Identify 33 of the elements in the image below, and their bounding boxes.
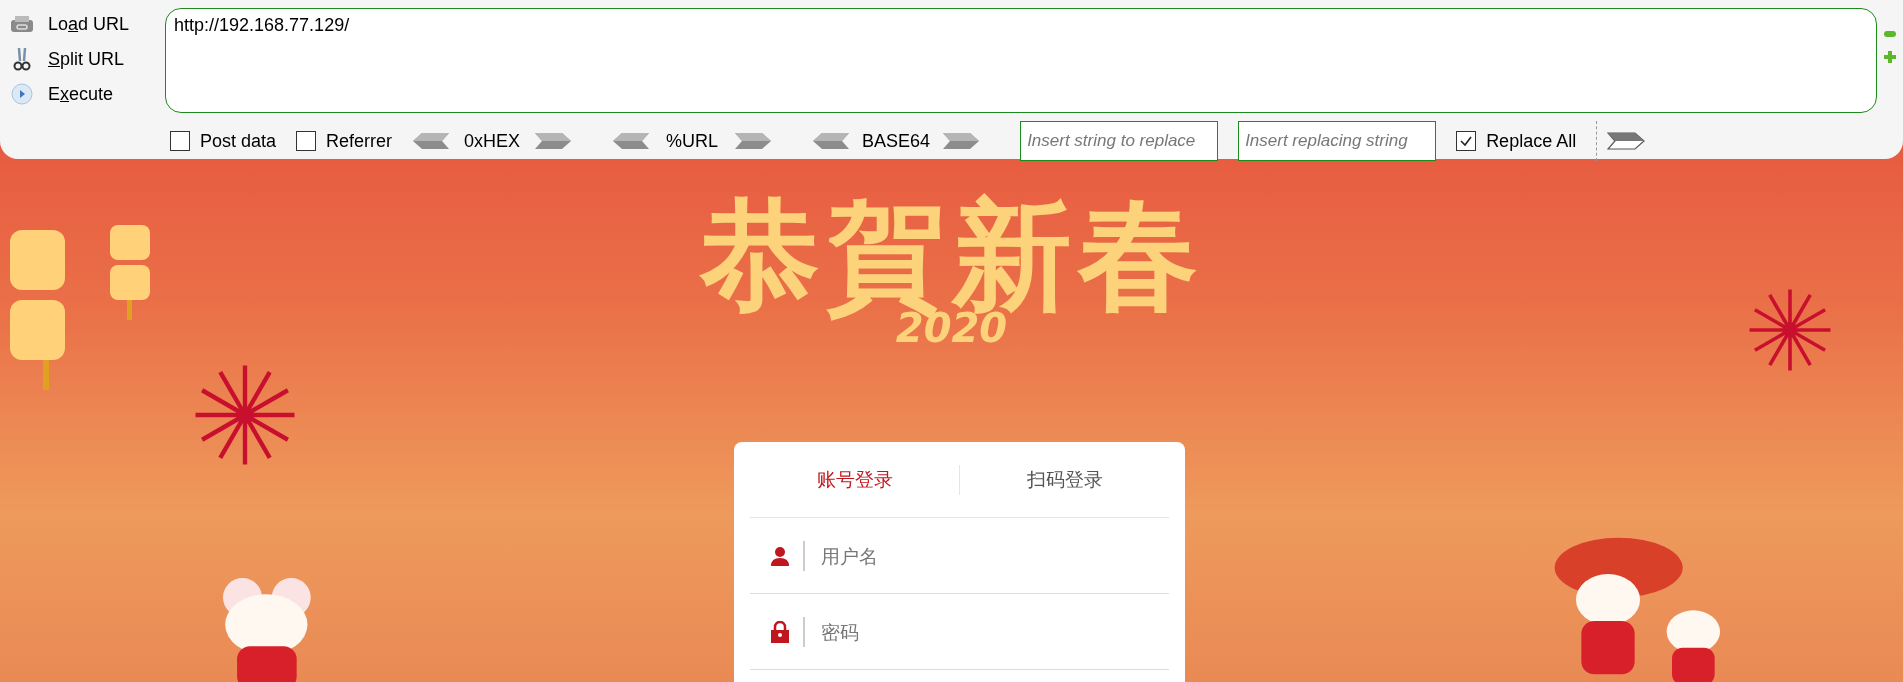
url-input-field[interactable]: http://192.168.77.129/ xyxy=(165,8,1877,113)
lock-icon xyxy=(771,620,789,643)
option-checkbox[interactable]: Replace All xyxy=(1456,130,1577,152)
decode-arrow-icon[interactable] xyxy=(612,132,651,150)
minus-icon[interactable] xyxy=(1883,30,1897,38)
load-url-button[interactable]: Load URL xyxy=(10,8,165,40)
checkbox[interactable] xyxy=(170,131,190,151)
checkbox[interactable] xyxy=(1456,131,1477,151)
decode-arrow-icon[interactable] xyxy=(412,132,451,150)
forward-arrow-icon[interactable] xyxy=(1607,132,1646,150)
encoding-label: BASE64 xyxy=(862,130,931,152)
option-checkbox[interactable]: Post data xyxy=(170,130,277,152)
decode-arrow-icon[interactable] xyxy=(812,132,851,150)
encoding-label: 0xHEX xyxy=(463,130,522,152)
plus-icon[interactable] xyxy=(1883,50,1897,64)
replace-input-field[interactable]: Insert replacing string xyxy=(1238,121,1437,161)
checkbox[interactable] xyxy=(296,131,317,151)
checkmark-icon xyxy=(1459,134,1474,148)
encode-arrow-icon[interactable] xyxy=(534,132,573,150)
printer-icon xyxy=(10,15,34,33)
login-tab[interactable]: 扫码登录 xyxy=(960,465,1169,494)
execute-button[interactable]: Execute xyxy=(10,78,165,110)
username-input-field[interactable]: 用户名 xyxy=(819,543,1169,568)
encode-arrow-icon[interactable] xyxy=(942,132,981,150)
play-icon xyxy=(10,82,34,106)
replace-input-field[interactable]: Insert string to replace xyxy=(1020,121,1219,161)
user-icon xyxy=(771,545,789,566)
password-input-field[interactable]: 密码 xyxy=(819,619,1169,644)
option-checkbox[interactable]: Referrer xyxy=(296,130,393,152)
encoding-label: %URL xyxy=(665,130,720,152)
encode-arrow-icon[interactable] xyxy=(734,132,773,150)
login-tab[interactable]: 账号登录 xyxy=(750,465,959,494)
split-url-button[interactable]: Split URL xyxy=(10,43,165,75)
